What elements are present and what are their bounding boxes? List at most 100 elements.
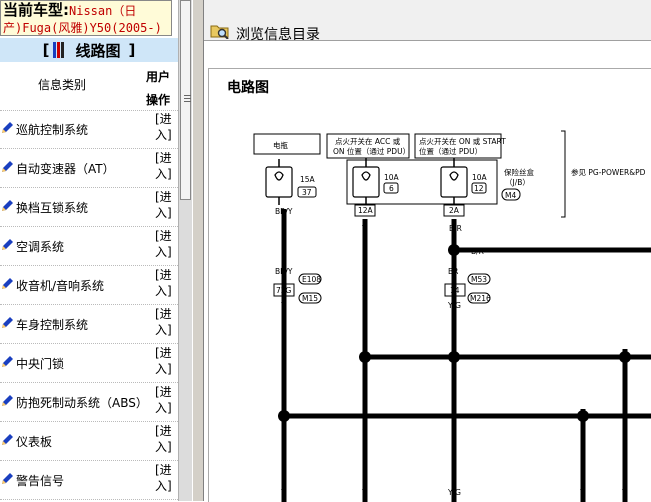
section-header: [ 线路图 ] — [0, 38, 178, 62]
toolbar: 浏览信息目录 — [204, 0, 651, 44]
wire-y-g: Y/G — [447, 301, 461, 310]
pencil-icon — [2, 278, 13, 289]
enter-link[interactable]: [进入] — [155, 150, 173, 182]
list-item[interactable]: 车身控制系统 [进入] — [0, 305, 178, 344]
list-item[interactable]: 收音机/音响系统 [进入] — [0, 266, 178, 305]
system-name: 仪表板 — [16, 435, 53, 449]
pencil-icon — [2, 239, 13, 250]
system-name: 空调系统 — [16, 240, 65, 254]
enter-link[interactable]: [进入] — [155, 384, 173, 416]
wire-br-y-lower: BR/Y — [275, 267, 293, 276]
pencil-icon — [2, 473, 13, 484]
wire-br: BR — [448, 267, 458, 276]
category-header: 信息类别 — [38, 78, 87, 92]
enter-link[interactable]: [进入] — [155, 267, 173, 299]
wire-b-r: B/R — [449, 224, 462, 233]
conn-e108: E108 — [302, 275, 321, 284]
right-pane: 浏览信息目录 电路图 电瓶 点火开关在 ACC 或 ON 位置（通过 PDU） … — [204, 0, 651, 502]
conn-m216: M216 — [470, 294, 491, 303]
system-name: 中央门锁 — [16, 357, 65, 371]
battery-label: 电瓶 — [273, 140, 288, 150]
terminal-12a-label: 12A — [358, 206, 374, 215]
list-item[interactable]: 巡航控制系统 [进入] — [0, 110, 178, 149]
conn-m15: M15 — [302, 294, 318, 303]
list-item[interactable]: 换档互锁系统 [进入] — [0, 188, 178, 227]
table-header: 信息类别 用户操作 — [0, 62, 178, 111]
wire-v-bottom-2: V — [622, 488, 628, 497]
enter-link[interactable]: [进入] — [155, 423, 173, 455]
wire-v-bottom: V — [362, 488, 368, 497]
conn-14: 14 — [450, 286, 460, 295]
vehicle-label: 当前车型: — [3, 1, 69, 19]
fuse-10a-b-amps: 10A — [472, 173, 488, 182]
fuse-15a-amps: 15A — [300, 175, 316, 184]
junction-dot — [278, 410, 290, 422]
pencil-icon — [2, 395, 13, 406]
wire-y: Y — [280, 301, 286, 310]
junction-dot — [359, 351, 371, 363]
wire-v: V — [362, 224, 368, 233]
wire-b-r-branch: B/R — [471, 247, 484, 256]
vertical-scrollbar[interactable] — [178, 0, 192, 501]
bracket-right: ] — [128, 41, 136, 59]
vehicle-info: 当前车型:Nissan（日产)Fuga(风雅)Y50(2005-) — [0, 0, 172, 36]
grip-line — [184, 95, 191, 96]
bracket-left: [ — [42, 41, 50, 59]
fuse-box-code: （J/B） — [505, 178, 530, 187]
grip-line — [184, 101, 191, 102]
list-item[interactable]: 自动变速器（AT） [进入] — [0, 149, 178, 188]
junction-dot — [448, 351, 460, 363]
on-start-label-2: 位置（通过 PDU） — [419, 146, 482, 156]
enter-link[interactable]: [进入] — [155, 345, 173, 377]
wire-y-bottom: Y — [280, 488, 286, 497]
pencil-icon — [2, 317, 13, 328]
pane-splitter[interactable] — [192, 0, 204, 501]
list-item[interactable]: 空调系统 [进入] — [0, 227, 178, 266]
enter-link[interactable]: [进入] — [155, 462, 173, 494]
fuse-box-conn: M4 — [505, 191, 516, 200]
reference-bracket — [561, 130, 566, 218]
acc-on-label-1: 点火开关在 ACC 或 — [335, 136, 401, 146]
list-item[interactable]: 防抱死制动系统（ABS） [进入] — [0, 383, 178, 422]
on-start-label-1: 点火开关在 ON 或 START — [419, 136, 506, 146]
enter-link[interactable]: [进入] — [155, 111, 173, 143]
toolbar-title[interactable]: 浏览信息目录 — [236, 24, 320, 44]
wiring-diagram: 电瓶 点火开关在 ACC 或 ON 位置（通过 PDU） 点火开关在 ON 或 … — [253, 130, 651, 502]
system-name: 车身控制系统 — [16, 318, 89, 332]
reference-label: 参见 PG-POWER&PD — [571, 167, 646, 177]
terminal-2a-label: 2A — [449, 206, 460, 215]
system-name: 防抱死制动系统（ABS） — [16, 396, 148, 410]
fuse-10a-a-no: 6 — [389, 184, 394, 193]
acc-on-label-2: ON 位置（通过 PDU） — [333, 146, 410, 156]
section-title: 线路图 — [75, 41, 121, 60]
books-icon — [53, 42, 67, 58]
pencil-icon — [2, 122, 13, 133]
pencil-icon — [2, 200, 13, 211]
list-item[interactable]: 警告信号 [进入] — [0, 461, 178, 500]
system-name: 警告信号 — [16, 474, 65, 488]
enter-link[interactable]: [进入] — [155, 306, 173, 338]
fuse-10a-b-no: 12 — [474, 184, 484, 193]
enter-link[interactable]: [进入] — [155, 228, 173, 260]
fuse-box-label: 保险丝盒 — [504, 167, 534, 177]
diagram-viewer: 电路图 电瓶 点火开关在 ACC 或 ON 位置（通过 PDU） 点火开关在 O… — [208, 68, 651, 502]
wire-y-g-bottom: Y/G — [447, 488, 461, 497]
list-item[interactable]: 仪表板 [进入] — [0, 422, 178, 461]
grip-line — [184, 98, 191, 99]
left-pane: 当前车型:Nissan（日产)Fuga(风雅)Y50(2005-) [ 线路图 … — [0, 0, 178, 501]
scrollbar-thumb[interactable] — [180, 0, 191, 200]
list-item[interactable]: 中央门锁 [进入] — [0, 344, 178, 383]
system-name: 自动变速器（AT） — [16, 162, 115, 176]
conn-72g: 72G — [276, 286, 292, 295]
folder-magnifier-icon[interactable] — [210, 23, 230, 39]
enter-link[interactable]: [进入] — [155, 189, 173, 221]
fuse-10a-a-amps: 10A — [384, 173, 400, 182]
junction-dot — [577, 410, 589, 422]
junction-dot — [448, 244, 460, 256]
wire-br-y: BR/Y — [275, 207, 293, 216]
system-name: 换档互锁系统 — [16, 201, 89, 215]
user-op-header: 用户操作 — [146, 70, 171, 107]
conn-m53: M53 — [471, 275, 487, 284]
pencil-icon — [2, 356, 13, 367]
pencil-icon — [2, 434, 13, 445]
